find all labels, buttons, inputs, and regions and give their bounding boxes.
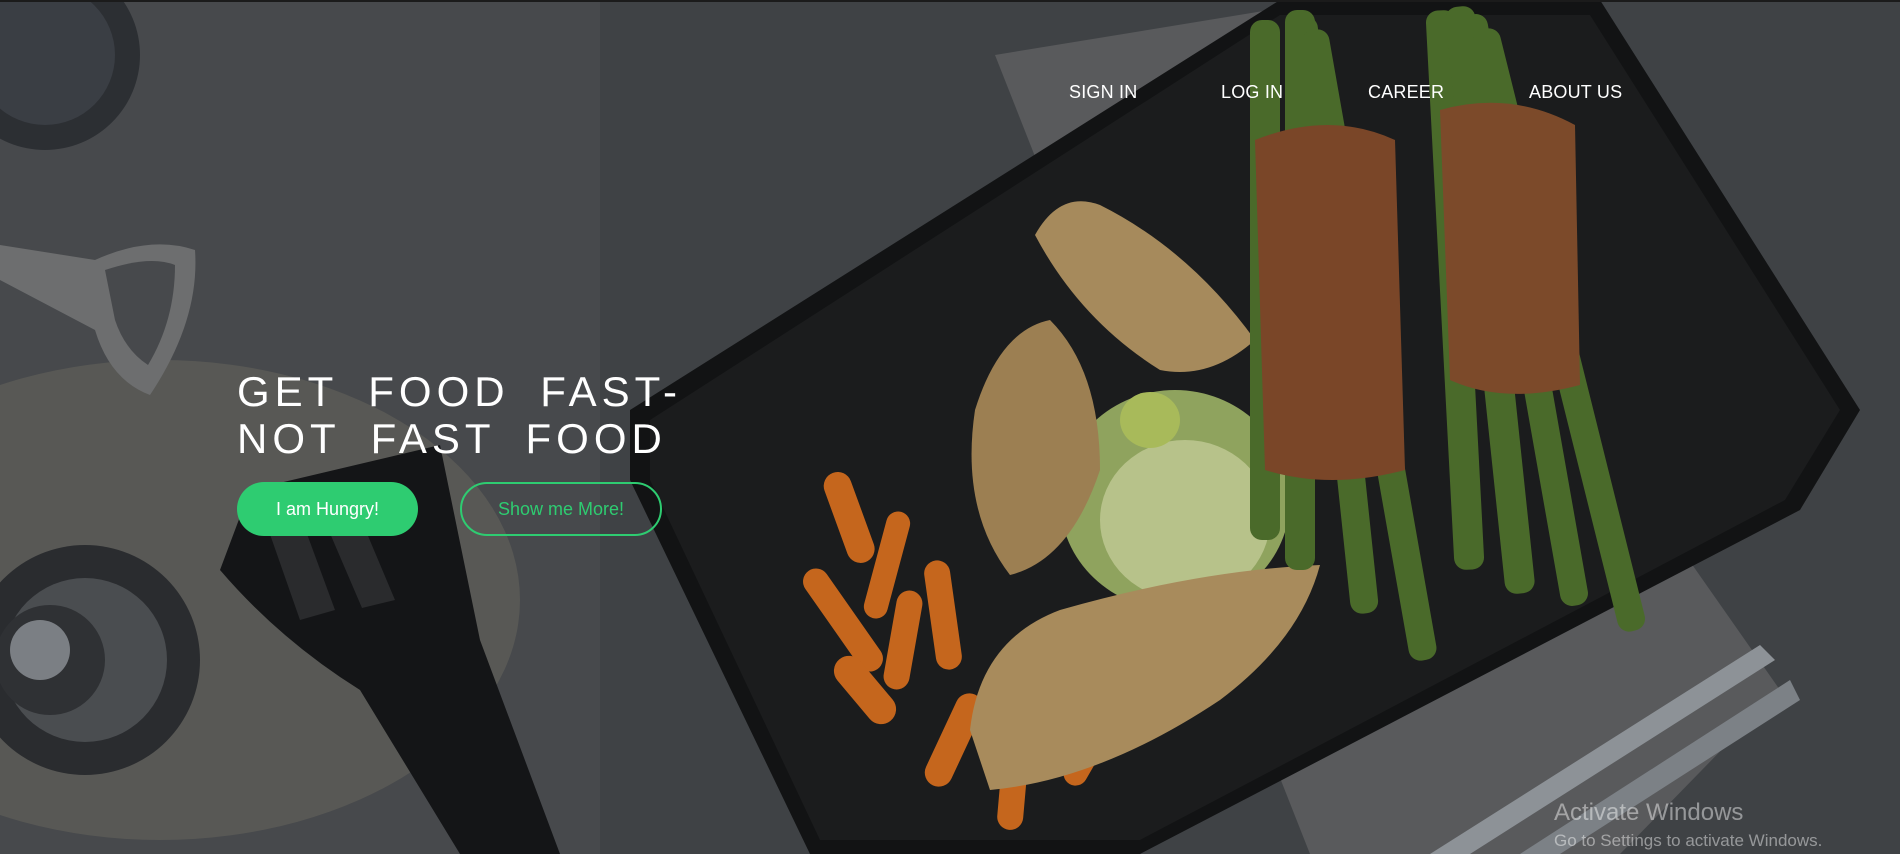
i-am-hungry-button[interactable]: I am Hungry! bbox=[237, 482, 418, 536]
nav-career[interactable]: CAREER bbox=[1368, 82, 1444, 103]
nav-about-us[interactable]: ABOUT US bbox=[1529, 82, 1622, 103]
show-me-more-button[interactable]: Show me More! bbox=[460, 482, 662, 536]
watermark-title: Activate Windows bbox=[1554, 799, 1744, 826]
window-top-border bbox=[0, 0, 1900, 2]
hero-headline-line1: GET FOOD FAST- bbox=[237, 368, 682, 415]
nav-sign-in[interactable]: SIGN IN bbox=[1069, 82, 1137, 103]
hero-section: SIGN IN LOG IN CAREER ABOUT US GET FOOD … bbox=[0, 0, 1900, 854]
nav-log-in[interactable]: LOG IN bbox=[1221, 82, 1283, 103]
top-navigation: SIGN IN LOG IN CAREER ABOUT US bbox=[0, 82, 1900, 106]
hero-headline-line2: NOT FAST FOOD bbox=[237, 415, 667, 462]
hero-headline: GET FOOD FAST- NOT FAST FOOD bbox=[237, 368, 682, 462]
watermark-subtitle: Go to Settings to activate Windows. bbox=[1554, 831, 1823, 850]
activate-windows-watermark: Activate Windows Go to Settings to activ… bbox=[1554, 798, 1822, 852]
